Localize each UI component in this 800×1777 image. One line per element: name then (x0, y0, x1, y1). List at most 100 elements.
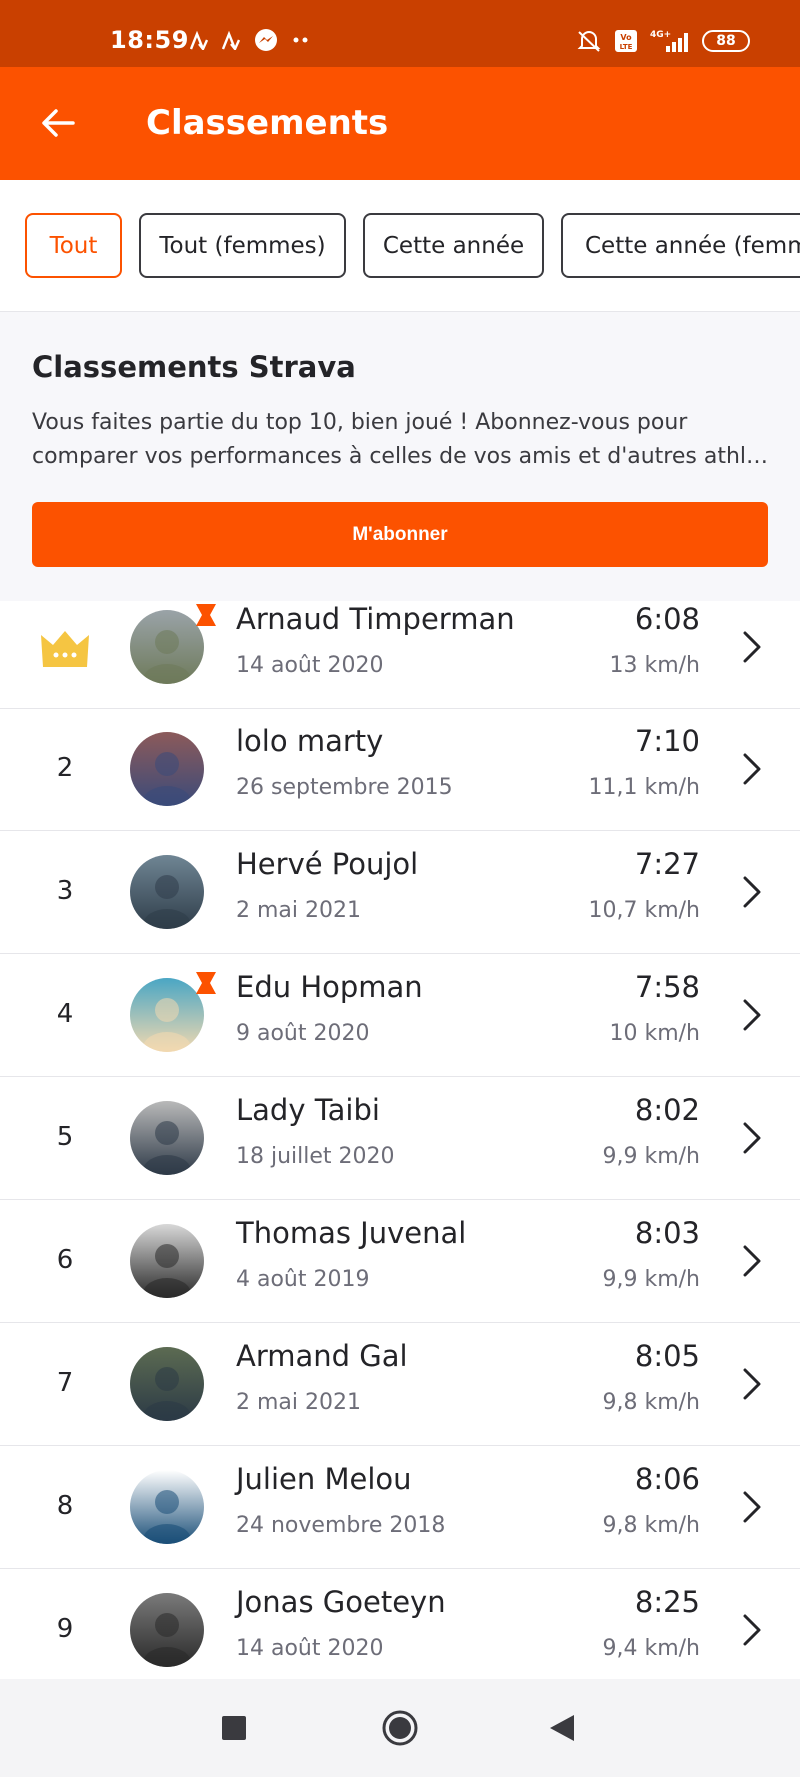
athlete-name: Julien Melou (236, 1462, 412, 1496)
effort-date: 26 septembre 2015 (236, 775, 453, 800)
home-button[interactable] (360, 1679, 440, 1777)
system-nav-bar (0, 1679, 800, 1777)
effort-speed: 9,4 km/h (602, 1636, 700, 1661)
chevron-right-icon[interactable] (740, 1612, 764, 1648)
back-button[interactable] (522, 1679, 602, 1777)
filter-chip-this-year[interactable]: Cette année (363, 213, 544, 278)
promo-title: Classements Strava (32, 350, 356, 384)
page-title: Classements (146, 103, 389, 143)
effort-time: 8:25 (634, 1585, 700, 1619)
effort-time: 6:08 (634, 602, 700, 636)
rank-number: 3 (56, 876, 74, 906)
leaderboard-row[interactable]: 5 Lady Taibi 18 juillet 2020 8:02 9,9 km/h (0, 1077, 800, 1200)
effort-speed: 11,1 km/h (588, 775, 700, 800)
chevron-right-icon[interactable] (740, 629, 764, 665)
leaderboard-row[interactable]: 6 Thomas Juvenal 4 août 2019 8:03 9,9 km/h (0, 1200, 800, 1323)
effort-time: 7:10 (634, 724, 700, 758)
rank-number: 8 (56, 1491, 74, 1521)
more-notifications-icon (292, 36, 310, 44)
athlete-name: Armand Gal (236, 1339, 408, 1373)
athlete-name: Hervé Poujol (236, 847, 419, 881)
volte-icon: Vo LTE (614, 29, 638, 53)
svg-text:Vo: Vo (620, 33, 632, 42)
chevron-right-icon[interactable] (740, 1243, 764, 1279)
athlete-name: Arnaud Timperman (236, 602, 515, 636)
athlete-avatar[interactable] (130, 1224, 210, 1304)
effort-speed: 10 km/h (609, 1021, 700, 1046)
athlete-name: Thomas Juvenal (236, 1216, 467, 1250)
rank-number: 5 (56, 1122, 74, 1152)
effort-date: 14 août 2020 (236, 1636, 384, 1661)
promo-description: Vous faites partie du top 10, bien joué … (32, 410, 769, 469)
app-bar: Classements (0, 67, 800, 180)
leaderboard-row[interactable]: 2 lolo marty 26 septembre 2015 7:10 11,1 km/… (0, 708, 800, 831)
filter-chip-all-women[interactable]: Tout (femmes) (139, 213, 346, 278)
filter-chip-this-year-women[interactable]: Cette année (femmes) (561, 213, 800, 278)
filter-chips: Tout Tout (femmes) Cette année Cette ann… (0, 180, 800, 312)
effort-speed: 9,9 km/h (602, 1144, 700, 1169)
messenger-icon (254, 28, 278, 52)
recent-apps-button[interactable] (194, 1679, 274, 1777)
athlete-avatar[interactable] (130, 732, 210, 812)
svg-text:LTE: LTE (620, 43, 633, 51)
effort-time: 7:58 (634, 970, 700, 1004)
leaderboard-row[interactable]: 3 Hervé Poujol 2 mai 2021 7:27 10,7 km/h (0, 831, 800, 954)
effort-speed: 9,8 km/h (602, 1390, 700, 1415)
athlete-name: lolo marty (236, 724, 384, 758)
athlete-name: Lady Taibi (236, 1093, 380, 1127)
chevron-right-icon[interactable] (740, 1489, 764, 1525)
chevron-right-icon[interactable] (740, 997, 764, 1033)
status-bar: 18:59 Vo LTE 4G+ 88 (0, 0, 800, 67)
effort-speed: 13 km/h (609, 653, 700, 678)
back-arrow-icon[interactable] (36, 101, 80, 145)
filter-chip-all[interactable]: Tout (25, 213, 122, 278)
leaderboard-row[interactable]: 9 Jonas Goeteyn 14 août 2020 8:25 9,4 km/h (0, 1569, 800, 1679)
effort-date: 14 août 2020 (236, 653, 384, 678)
subscribe-button[interactable]: M'abonner (32, 502, 768, 567)
crown-icon (39, 627, 91, 669)
strava-notification-icon (190, 30, 208, 50)
athlete-avatar[interactable] (130, 1593, 210, 1673)
subscriber-badge-icon (192, 970, 218, 996)
subscription-promo: Classements Strava Vous faites partie du… (0, 312, 800, 601)
chevron-right-icon[interactable] (740, 1366, 764, 1402)
leaderboard-row[interactable]: 4 Edu Hopman 9 août 2020 7:58 10 km/h (0, 954, 800, 1077)
svg-text:4G+: 4G+ (650, 30, 671, 40)
leaderboard-row[interactable]: 8 Julien Melou 24 novembre 2018 8:06 9,8 km/… (0, 1446, 800, 1569)
athlete-avatar[interactable] (130, 604, 216, 690)
athlete-avatar[interactable] (130, 1347, 210, 1427)
athlete-avatar[interactable] (130, 1101, 210, 1181)
rank-number: 6 (56, 1245, 74, 1275)
subscriber-badge-icon (192, 602, 218, 628)
athlete-name: Jonas Goeteyn (236, 1585, 446, 1619)
chevron-right-icon[interactable] (740, 874, 764, 910)
effort-time: 7:27 (634, 847, 700, 881)
effort-time: 8:05 (634, 1339, 700, 1373)
effort-date: 2 mai 2021 (236, 1390, 361, 1415)
chevron-right-icon[interactable] (740, 751, 764, 787)
athlete-avatar[interactable] (130, 1470, 210, 1550)
strava-notification-icon (222, 30, 240, 50)
rank-number: 7 (56, 1368, 74, 1398)
status-time: 18:59 (110, 26, 189, 54)
effort-date: 24 novembre 2018 (236, 1513, 446, 1538)
athlete-name: Edu Hopman (236, 970, 423, 1004)
signal-icon: 4G+ (650, 28, 690, 54)
effort-time: 8:02 (634, 1093, 700, 1127)
effort-date: 9 août 2020 (236, 1021, 370, 1046)
rank-number: 2 (56, 753, 74, 783)
leaderboard-row[interactable]: Arnaud Timperman 14 août 2020 6:08 13 km/h (0, 601, 800, 709)
effort-speed: 10,7 km/h (588, 898, 700, 923)
effort-date: 18 juillet 2020 (236, 1144, 395, 1169)
battery-icon: 88 (702, 30, 750, 52)
effort-speed: 9,9 km/h (602, 1267, 700, 1292)
mute-icon (576, 29, 602, 53)
athlete-avatar[interactable] (130, 855, 210, 935)
leaderboard-row[interactable]: 7 Armand Gal 2 mai 2021 8:05 9,8 km/h (0, 1323, 800, 1446)
leaderboard-list: Arnaud Timperman 14 août 2020 6:08 13 km/h 2… (0, 601, 800, 1679)
chevron-right-icon[interactable] (740, 1120, 764, 1156)
rank-number: 4 (56, 999, 74, 1029)
athlete-avatar[interactable] (130, 972, 216, 1058)
effort-time: 8:03 (634, 1216, 700, 1250)
effort-time: 8:06 (634, 1462, 700, 1496)
